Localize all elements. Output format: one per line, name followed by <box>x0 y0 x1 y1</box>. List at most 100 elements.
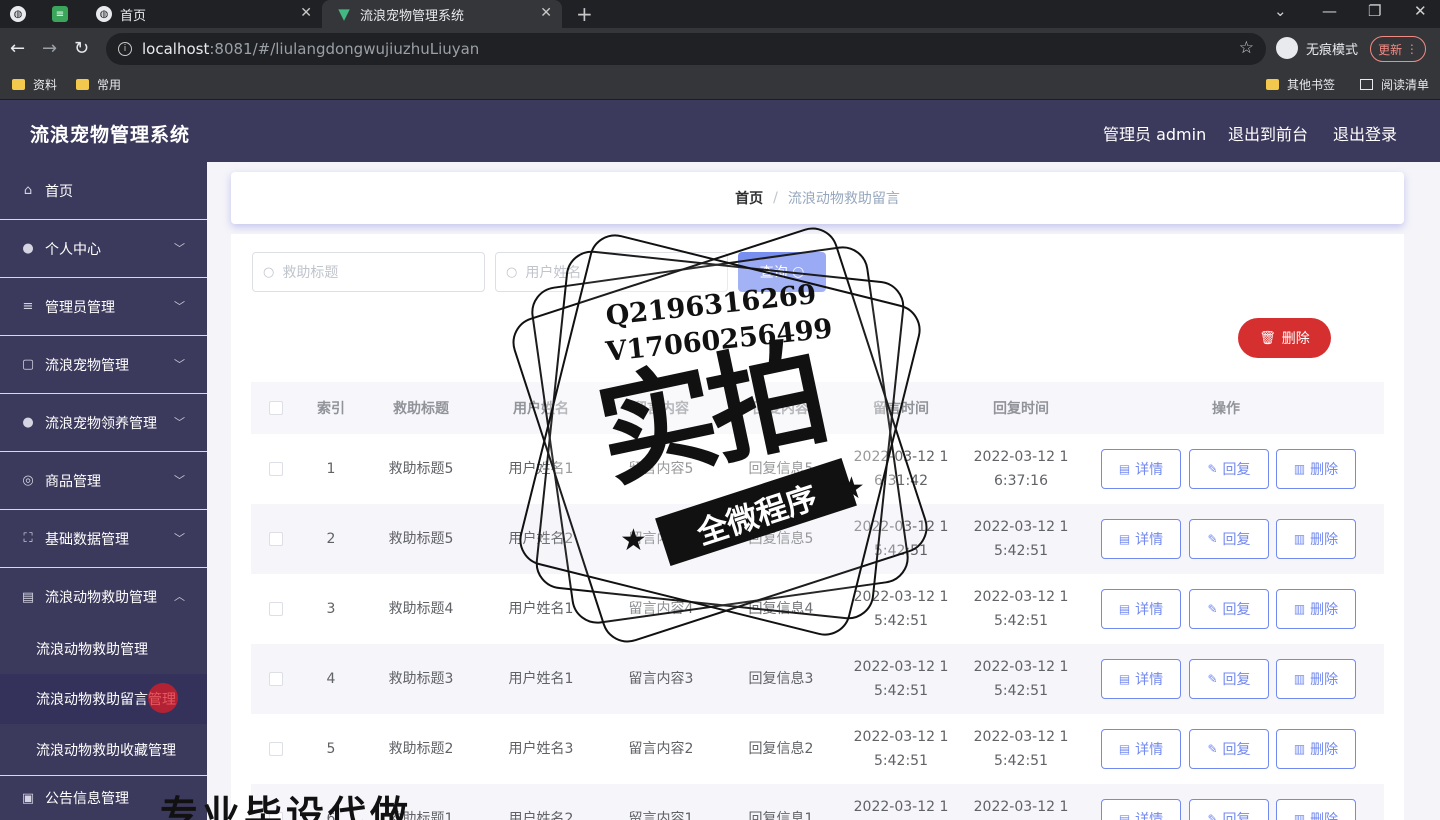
logout-link[interactable]: 退出登录 <box>1333 121 1397 145</box>
incognito-indicator[interactable]: 无痕模式 <box>1276 37 1358 59</box>
sidebar-item-label: 商品管理 <box>45 473 101 490</box>
detail-button[interactable]: ▤ 详情 <box>1101 659 1181 699</box>
new-tab-icon[interactable]: + <box>576 2 593 26</box>
reply-button[interactable]: ✎ 回复 <box>1189 799 1269 820</box>
person-icon: ● <box>22 415 34 430</box>
sidebar-item-basic-data[interactable]: ⛶ 基础数据管理 ﹀ <box>0 510 207 568</box>
incognito-icon <box>1276 37 1298 59</box>
incognito-label: 无痕模式 <box>1306 42 1359 58</box>
row-checkbox[interactable] <box>269 602 283 616</box>
sidebar-item-rescue-management[interactable]: ▤ 流浪动物救助管理 ︿ <box>0 568 207 626</box>
minimize-icon[interactable]: — <box>1322 2 1337 20</box>
reload-icon[interactable]: ↻ <box>74 38 89 59</box>
row-delete-button[interactable]: ▥ 删除 <box>1276 589 1356 629</box>
time-clock: 6:31:42 <box>874 473 928 489</box>
sidebar-item-home[interactable]: ⌂ 首页 <box>0 162 207 220</box>
restore-icon[interactable]: ❐ <box>1368 2 1381 20</box>
bookmark-folder-changyong[interactable]: 常用 <box>76 76 121 93</box>
tab-home[interactable]: ◍ 首页 ✕ <box>84 0 322 28</box>
row-delete-button[interactable]: ▥ 删除 <box>1276 519 1356 559</box>
sidebar: ⌂ 首页 ● 个人中心 ﹀ ≡ 管理员管理 ﹀ ▢ 流浪宠物管理 ﹀ ● 流浪宠物领养管理 ﹀ ◎… <box>0 162 207 820</box>
row-checkbox[interactable] <box>269 532 283 546</box>
back-arrow-icon[interactable]: ← <box>10 38 25 59</box>
row-delete-button[interactable]: ▥ 删除 <box>1276 659 1356 699</box>
time-date: 2022-03-12 1 <box>853 729 949 745</box>
sidebar-subitem-rescue[interactable]: 流浪动物救助管理 <box>0 624 207 674</box>
close-window-icon[interactable]: ✕ <box>1414 2 1427 20</box>
query-button[interactable]: 查询 ○ <box>738 252 826 292</box>
batch-delete-button[interactable]: 🗑 删除 <box>1238 318 1331 358</box>
sidebar-subitem-rescue-favorites[interactable]: 流浪动物救助收藏管理 <box>0 725 207 776</box>
close-tab-icon[interactable]: ✕ <box>540 5 552 21</box>
edit-icon: ✎ <box>1207 742 1218 756</box>
row-checkbox-cell[interactable] <box>261 644 291 714</box>
row-checkbox-cell[interactable] <box>261 504 291 574</box>
row-checkbox-cell[interactable] <box>261 434 291 504</box>
tab-search-icon[interactable]: ⌄ <box>1274 2 1287 20</box>
reply-label: 回复 <box>1222 602 1251 618</box>
detail-button[interactable]: ▤ 详情 <box>1101 449 1181 489</box>
row-delete-button[interactable]: ▥ 删除 <box>1276 449 1356 489</box>
reply-button[interactable]: ✎ 回复 <box>1189 589 1269 629</box>
star-icon[interactable]: ☆ <box>1239 38 1254 58</box>
update-button[interactable]: 更新 ⋮ <box>1370 36 1426 62</box>
user-name-search-input[interactable]: ○ 用户姓名 <box>495 252 728 292</box>
info-icon[interactable]: i <box>118 42 132 56</box>
delete-label: 删除 <box>1310 602 1339 618</box>
tab-app[interactable]: ▼ 流浪宠物管理系统 ✕ <box>322 0 562 28</box>
close-tab-icon[interactable]: ✕ <box>300 5 312 21</box>
cell-reply: 回复信息5 <box>748 531 814 547</box>
breadcrumb: 首页 / 流浪动物救助留言 <box>231 172 1404 224</box>
reply-label: 回复 <box>1222 672 1251 688</box>
reading-list[interactable]: 阅读清单 <box>1360 76 1429 93</box>
delete-label: 删除 <box>1310 462 1339 478</box>
detail-button[interactable]: ▤ 详情 <box>1101 799 1181 820</box>
exit-to-front-link[interactable]: 退出到前台 <box>1228 121 1308 145</box>
row-checkbox-cell[interactable] <box>261 574 291 644</box>
rescue-title-search-input[interactable]: ○ 救助标题 <box>252 252 485 292</box>
detail-button[interactable]: ▤ 详情 <box>1101 729 1181 769</box>
sidebar-item-adoption-management[interactable]: ● 流浪宠物领养管理 ﹀ <box>0 394 207 452</box>
bookmark-folder-ziliao[interactable]: 资料 <box>12 76 57 93</box>
select-all-checkbox[interactable] <box>261 382 291 434</box>
vue-app-icon[interactable]: ≡ <box>52 0 76 28</box>
chevron-down-icon: ﹀ <box>174 474 185 487</box>
detail-label: 详情 <box>1135 462 1164 478</box>
reply-button[interactable]: ✎ 回复 <box>1189 449 1269 489</box>
row-checkbox-cell[interactable] <box>261 714 291 784</box>
row-delete-button[interactable]: ▥ 删除 <box>1276 729 1356 769</box>
sidebar-item-label: 流浪宠物领养管理 <box>45 415 157 432</box>
url-host: localhost <box>142 40 210 58</box>
reply-button[interactable]: ✎ 回复 <box>1189 729 1269 769</box>
sidebar-item-goods-management[interactable]: ◎ 商品管理 ﹀ <box>0 452 207 510</box>
cell-reply-time: 2022-03-12 1 5:42:51 <box>961 644 1081 714</box>
sidebar-item-admin-management[interactable]: ≡ 管理员管理 ﹀ <box>0 278 207 336</box>
url-input[interactable]: i localhost:8081/#/liulangdongwujiuzhuLi… <box>106 33 1266 65</box>
detail-button[interactable]: ▤ 详情 <box>1101 519 1181 559</box>
sidebar-item-personal-center[interactable]: ● 个人中心 ﹀ <box>0 220 207 278</box>
sidebar-item-pet-management[interactable]: ▢ 流浪宠物管理 ﹀ <box>0 336 207 394</box>
bookmark-other[interactable]: 其他书签 <box>1266 76 1335 93</box>
row-checkbox[interactable] <box>269 742 283 756</box>
reply-button[interactable]: ✎ 回复 <box>1189 519 1269 559</box>
browser-menu-icon[interactable]: ◍ <box>10 0 34 28</box>
breadcrumb-home[interactable]: 首页 <box>735 188 763 208</box>
time-clock: 5:42:51 <box>994 753 1048 769</box>
checkbox[interactable] <box>269 401 283 415</box>
forward-arrow-icon[interactable]: → <box>42 38 57 59</box>
table-row: 4 救助标题3 用户姓名1 留言内容3 回复信息3 2022-03-12 1 5:42:51… <box>251 644 1384 714</box>
detail-button[interactable]: ▤ 详情 <box>1101 589 1181 629</box>
reply-label: 回复 <box>1222 812 1251 820</box>
delete-label: 删除 <box>1310 812 1339 820</box>
time-clock: 5:42:51 <box>994 683 1048 699</box>
sidebar-subitem-label: 流浪动物救助管理 <box>36 642 148 658</box>
time-clock: 5:42:51 <box>874 613 928 629</box>
row-checkbox[interactable] <box>269 672 283 686</box>
sidebar-item-label: 公告信息管理 <box>45 791 129 807</box>
folder-icon <box>76 79 89 90</box>
delete-label: 删除 <box>1281 331 1310 347</box>
reply-button[interactable]: ✎ 回复 <box>1189 659 1269 699</box>
row-delete-button[interactable]: ▥ 删除 <box>1276 799 1356 820</box>
row-checkbox[interactable] <box>269 462 283 476</box>
chevron-up-icon: ︿ <box>174 590 185 603</box>
